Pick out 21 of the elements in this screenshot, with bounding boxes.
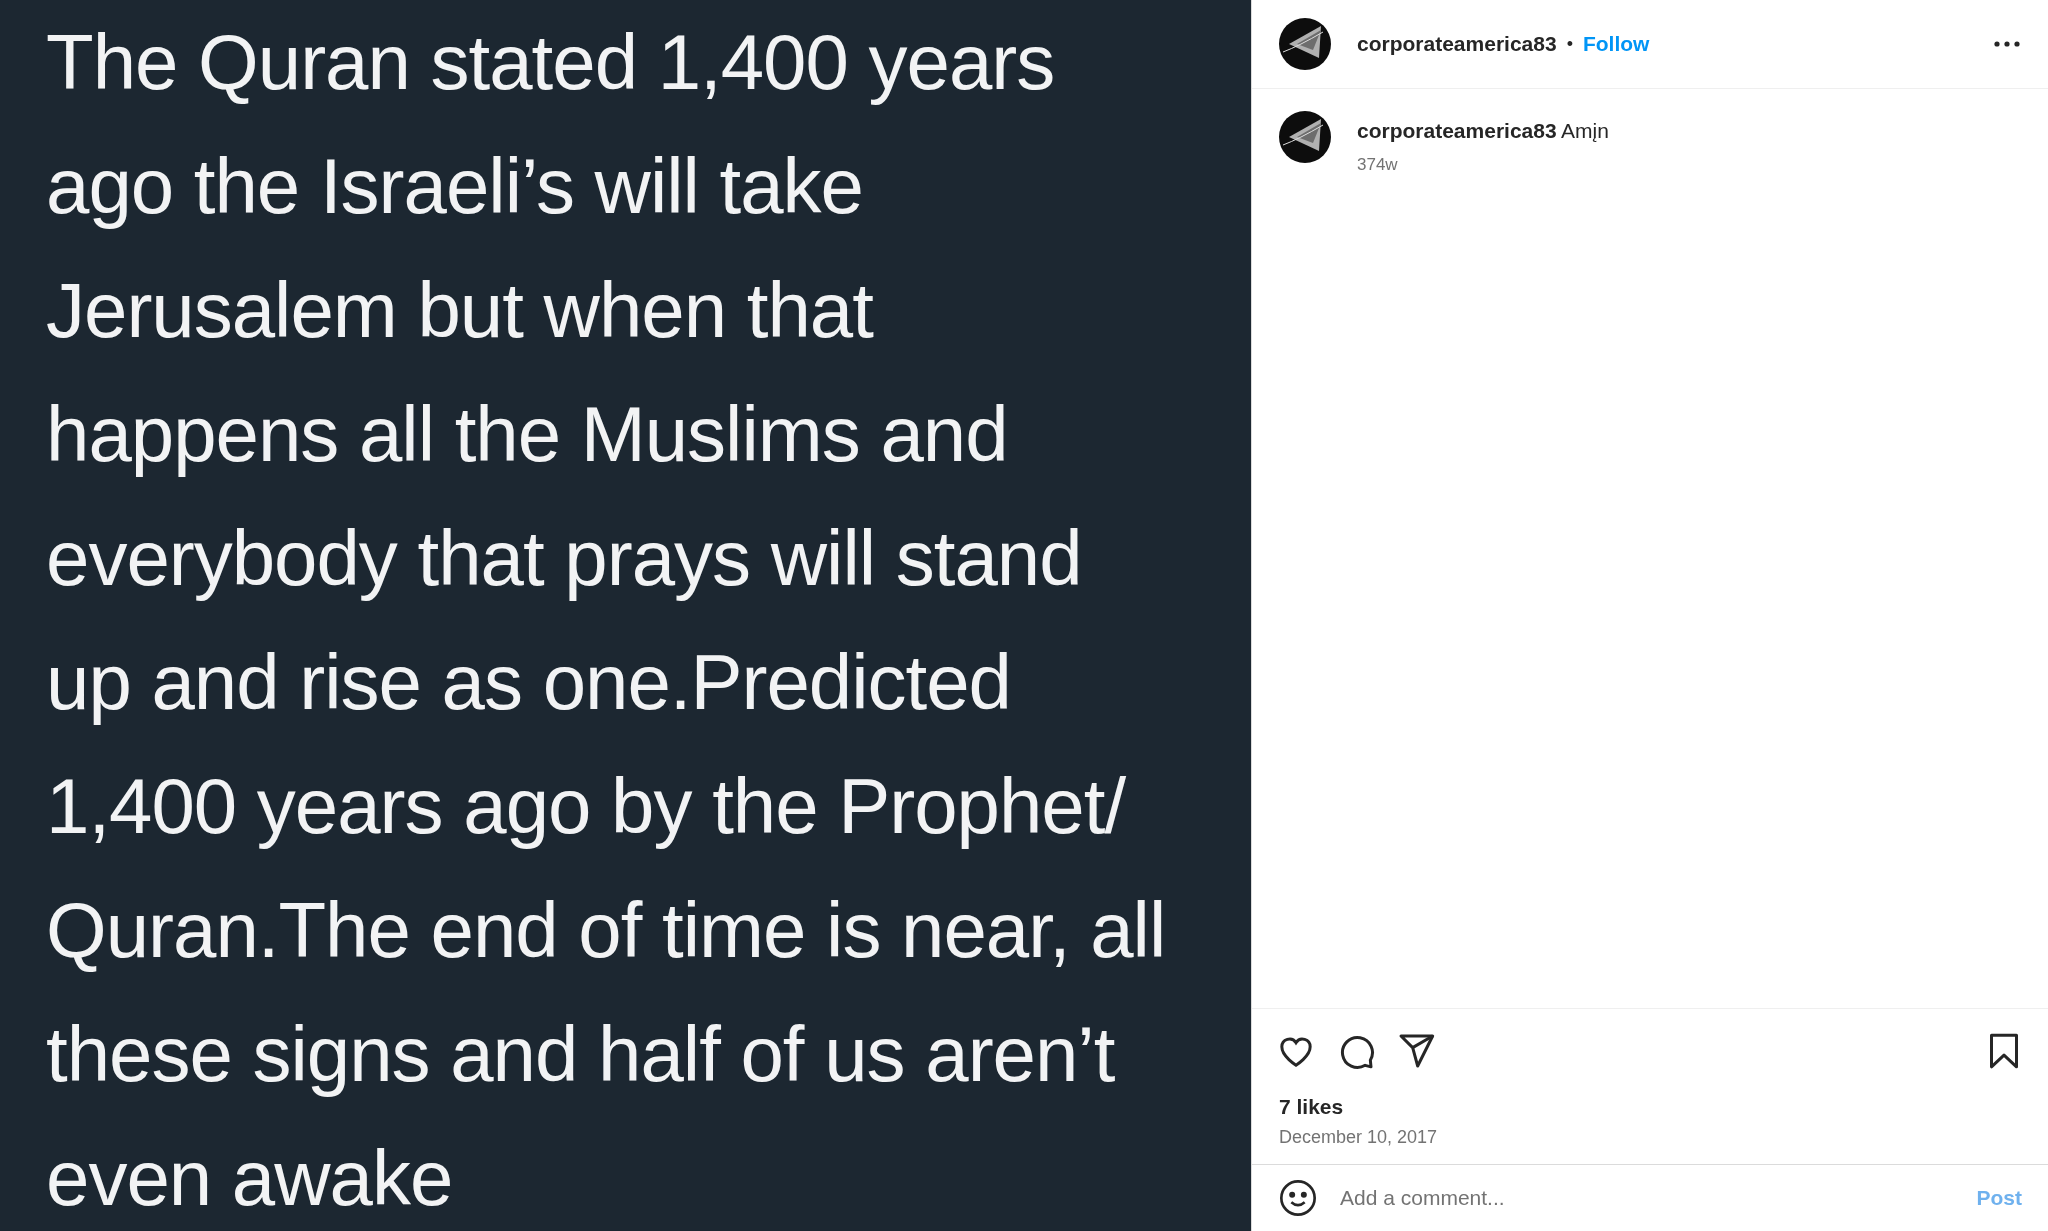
post-date: December 10, 2017 [1278, 1126, 1439, 1149]
post-text-line: ago the Israeli’s will take [46, 141, 864, 232]
post-text-line: happens all the Muslims and [46, 389, 1009, 480]
caption-text: Amįn [1561, 119, 1609, 142]
more-icon [1994, 41, 2020, 47]
post-text-line: Jerusalem but when that [46, 265, 875, 356]
caption-username[interactable]: corporateamerica83 [1357, 119, 1557, 142]
likes-count[interactable]: 7 likes [1252, 1081, 2048, 1119]
emoji-button[interactable] [1278, 1178, 1318, 1218]
separator-dot: • [1566, 33, 1573, 55]
username[interactable]: corporateamerica83 [1357, 32, 1557, 56]
post-text-line: up and rise as one.Predicted [46, 637, 1012, 728]
avatar-icon[interactable] [1279, 18, 1331, 70]
post-text-line: even awake [46, 1133, 454, 1224]
post-text-line: Quran.The end of time is near, all [46, 885, 1167, 976]
post-text-line: these signs and half of us aren’t [46, 1009, 1116, 1100]
avatar-icon[interactable] [1279, 111, 1331, 163]
post-text-line: 1,400 years ago by the Prophet/ [46, 761, 1127, 852]
post-text-line: The Quran stated 1,400 years [46, 17, 1056, 108]
post-text-line: everybody that prays will stand [46, 513, 1083, 604]
post-age: 374w [1357, 155, 1399, 175]
